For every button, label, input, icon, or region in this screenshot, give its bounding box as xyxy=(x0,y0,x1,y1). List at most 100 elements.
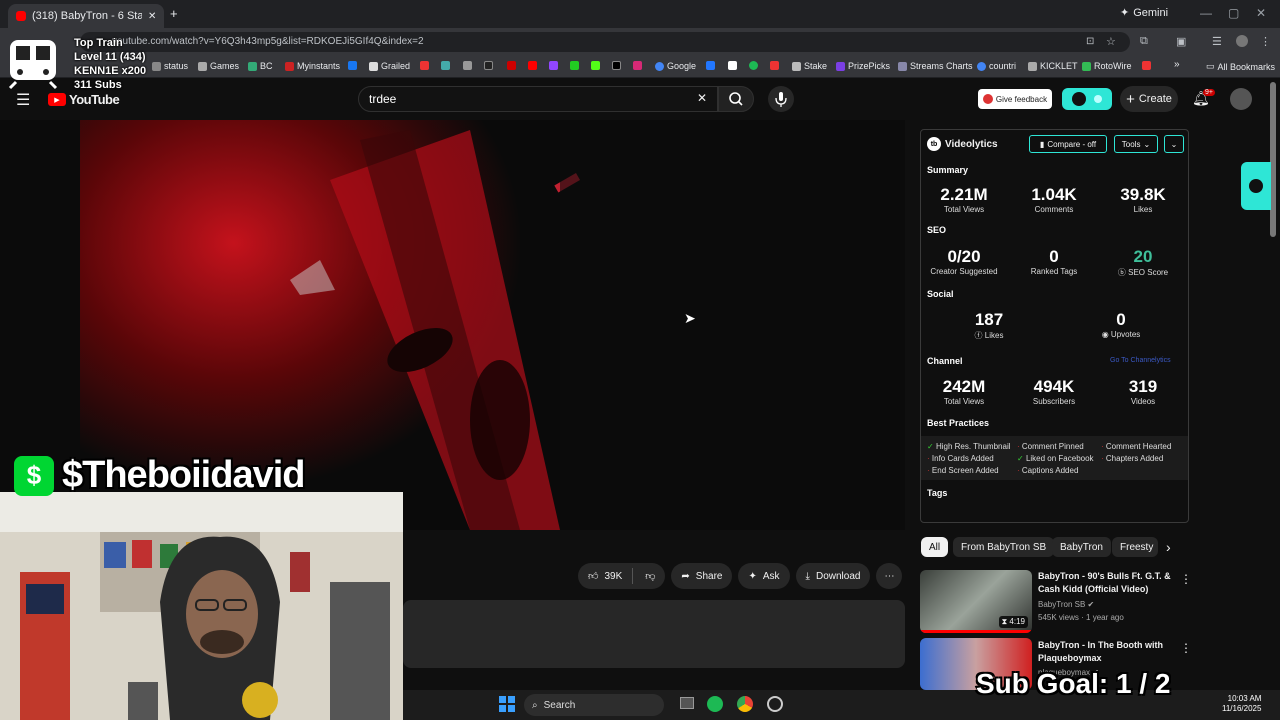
minimize-icon[interactable]: — xyxy=(1200,6,1212,20)
thumbs-down-icon[interactable]: 👎︎ xyxy=(639,570,661,582)
close-tab-icon[interactable]: ✕ xyxy=(148,11,156,22)
bookmark-icon[interactable] xyxy=(484,61,493,72)
ask-button[interactable]: ✦ Ask xyxy=(738,563,790,589)
practice-label: Chapters Added xyxy=(1105,454,1164,463)
chip-from-babytron[interactable]: From BabyTron SB xyxy=(953,537,1055,557)
bookmark-item[interactable]: Grailed xyxy=(369,61,410,71)
download-button[interactable]: ⤓ Download xyxy=(795,563,871,589)
youtube-wordmark: YouTube xyxy=(69,92,120,107)
address-bar[interactable]: youtube.com/watch?v=Y6Q3h43mp5g&list=RDK… xyxy=(80,32,1130,52)
youtube-bookmark-icon[interactable] xyxy=(528,61,537,72)
bookmark-icon[interactable] xyxy=(420,61,429,72)
sidepanel-icon[interactable]: ▣ xyxy=(1176,35,1186,48)
suggestion-title[interactable]: BabyTron - 90's Bulls Ft. G.T. & Cash Ki… xyxy=(1038,570,1178,596)
facebook-bookmark-icon[interactable] xyxy=(348,61,357,72)
x-bookmark-icon[interactable] xyxy=(612,61,621,72)
suggestion-title[interactable]: BabyTron - In The Booth with Plaqueboyma… xyxy=(1038,639,1178,665)
bookmark-icon[interactable] xyxy=(570,61,579,72)
media-icon[interactable]: ☰ xyxy=(1212,35,1222,48)
chips-next-chevron-icon[interactable]: › xyxy=(1166,539,1171,555)
bookmark-item[interactable]: Myinstants xyxy=(285,61,340,71)
account-avatar[interactable] xyxy=(1230,88,1252,110)
bookmark-icon[interactable] xyxy=(1142,61,1151,72)
bookmark-item[interactable]: countri xyxy=(977,61,1016,71)
bookmark-item[interactable]: BC xyxy=(248,61,273,71)
system-clock[interactable]: 10:03 AM 11/16/2025 xyxy=(1222,694,1261,714)
spotify-taskbar-icon[interactable] xyxy=(707,696,723,712)
chip-babytron[interactable]: BabyTron xyxy=(1052,537,1111,557)
create-button[interactable]: + Create xyxy=(1120,86,1178,112)
stat-label: Total Views xyxy=(943,205,985,214)
bookmark-label: PrizePicks xyxy=(848,61,891,71)
bookmark-item[interactable]: PrizePicks xyxy=(836,61,890,71)
bookmark-star-icon[interactable]: ☆ xyxy=(1106,35,1116,48)
suggestion-channel[interactable]: BabyTron SB ✔ xyxy=(1038,600,1094,609)
shorts-icon: ⧗ xyxy=(1001,617,1008,626)
go-to-channelytics-link[interactable]: Go To Channelytics xyxy=(1110,357,1171,364)
chip-freestyle[interactable]: Freesty xyxy=(1112,537,1158,557)
new-tab-button[interactable]: + xyxy=(170,6,178,21)
videolytics-toggle-button[interactable] xyxy=(1062,88,1112,110)
clear-search-icon[interactable]: ✕ xyxy=(697,91,707,105)
bookmark-icon[interactable] xyxy=(770,61,779,72)
bookmark-icon[interactable] xyxy=(507,61,516,72)
bookmark-icon[interactable] xyxy=(441,61,450,72)
windows-start-icon[interactable] xyxy=(499,696,515,712)
youtube-logo[interactable]: ▶ YouTube xyxy=(48,92,120,107)
all-bookmarks[interactable]: ▭ All Bookmarks xyxy=(1206,61,1275,72)
train-title: Top Train xyxy=(74,37,123,49)
give-feedback-button[interactable]: Give feedback xyxy=(978,89,1052,109)
bookmark-item[interactable]: Google xyxy=(655,61,696,71)
voice-search-button[interactable] xyxy=(768,86,794,112)
amazon-bookmark-icon[interactable] xyxy=(728,61,737,72)
more-bookmarks-chevron-icon[interactable]: » xyxy=(1174,59,1180,70)
bookmark-item[interactable]: Games xyxy=(198,61,239,71)
search-button[interactable] xyxy=(718,86,754,112)
divider xyxy=(632,568,634,584)
suggestion-thumbnail[interactable]: ⧗ 4:19 xyxy=(920,570,1032,633)
bookmark-item[interactable]: RotoWire xyxy=(1082,61,1132,71)
kick-bookmark-icon[interactable] xyxy=(591,61,600,72)
browser-tab-youtube[interactable]: (318) BabyTron - 6 Star Wa ✕ xyxy=(8,4,164,28)
page-scrollbar[interactable] xyxy=(1270,82,1276,237)
close-window-icon[interactable]: ✕ xyxy=(1256,6,1266,20)
bookmark-icon[interactable] xyxy=(706,61,715,72)
bookmark-item[interactable]: Streams Charts xyxy=(898,61,973,71)
search-icon xyxy=(729,92,743,106)
collapse-panel-button[interactable]: ⌄ xyxy=(1164,135,1184,153)
install-icon[interactable]: ⊡ xyxy=(1086,36,1094,47)
bookmark-icon[interactable] xyxy=(463,61,472,72)
suggestion-more-icon[interactable]: ⋮ xyxy=(1180,572,1192,586)
stat-value: 0 xyxy=(1049,247,1059,266)
hamburger-menu-icon[interactable]: ☰ xyxy=(16,90,30,110)
task-view-icon[interactable] xyxy=(680,697,694,709)
tools-dropdown[interactable]: Tools ⌄ xyxy=(1114,135,1158,153)
practice-captions-added: · Captions Added xyxy=(1017,466,1078,475)
bookmark-item[interactable]: Stake xyxy=(792,61,827,71)
like-button[interactable]: 👍︎ 39K 👎︎ xyxy=(578,563,666,589)
extensions-icon[interactable]: ⧉ xyxy=(1140,35,1148,48)
menu-kebab-icon[interactable]: ⋮ xyxy=(1260,35,1271,48)
practice-comment-hearted: · Comment Hearted xyxy=(1101,442,1171,451)
search-input[interactable]: trdee xyxy=(358,86,718,112)
more-actions-button[interactable]: ⋯ xyxy=(876,563,903,589)
share-button[interactable]: ➦ Share xyxy=(671,563,733,589)
profile-avatar[interactable] xyxy=(1236,35,1248,47)
notification-count-badge: 9+ xyxy=(1203,89,1215,96)
webcam-overlay xyxy=(0,492,403,720)
gemini-button[interactable]: ✦ Gemini xyxy=(1120,6,1168,20)
bookmark-item[interactable]: status xyxy=(152,61,188,71)
twitch-bookmark-icon[interactable] xyxy=(549,61,558,72)
spotify-bookmark-icon[interactable] xyxy=(749,61,758,72)
bookmark-item[interactable]: KICKLET xyxy=(1028,61,1078,71)
videolytics-side-tab[interactable] xyxy=(1241,162,1271,210)
chip-all[interactable]: All xyxy=(921,537,949,557)
app-taskbar-icon[interactable] xyxy=(767,696,783,712)
instagram-bookmark-icon[interactable] xyxy=(633,61,642,72)
description-box[interactable] xyxy=(403,600,905,668)
suggestion-more-icon[interactable]: ⋮ xyxy=(1180,641,1192,655)
maximize-icon[interactable]: ▢ xyxy=(1228,6,1239,20)
taskbar-search[interactable]: ⌕ Search xyxy=(524,694,664,716)
compare-toggle[interactable]: ▮ Compare - off xyxy=(1029,135,1107,153)
chrome-taskbar-icon[interactable] xyxy=(737,696,753,712)
